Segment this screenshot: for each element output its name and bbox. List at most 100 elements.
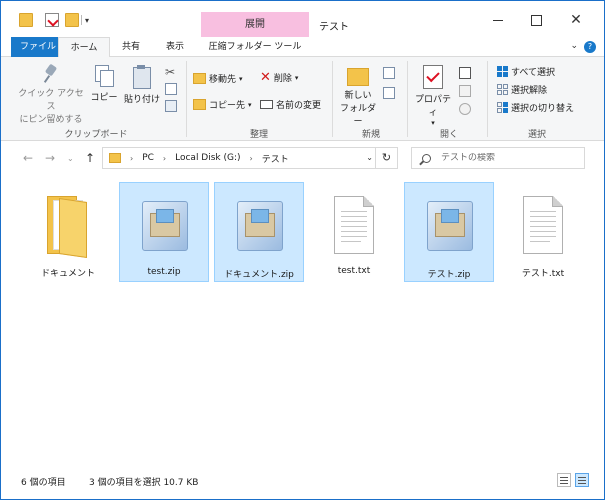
zip-archive-icon [231, 197, 289, 255]
folder-icon [47, 196, 89, 258]
delete-button[interactable]: ✕ 削除 ▾ [260, 70, 298, 85]
folder-icon [19, 13, 33, 27]
details-view-icon[interactable] [557, 473, 571, 487]
delete-icon: ✕ [260, 70, 271, 85]
address-history-chevron-icon[interactable]: ⌄ [366, 153, 373, 162]
back-arrow-icon[interactable]: ← [23, 151, 33, 165]
search-icon [422, 153, 431, 163]
tab-share[interactable]: 共有 [113, 37, 149, 57]
text-document-icon [334, 196, 374, 254]
breadcrumb-chevron-icon[interactable]: › [130, 154, 133, 163]
file-name: テスト.zip [427, 270, 471, 280]
rename-button[interactable]: 名前の変更 [260, 98, 321, 111]
select-all-button[interactable]: すべて選択 [497, 65, 555, 78]
move-to-label: 移動先 [209, 75, 237, 85]
minimize-button[interactable] [487, 13, 509, 27]
paste-button[interactable]: 貼り付け [121, 65, 163, 105]
select-none-icon [497, 84, 508, 95]
customize-quick-access-chevron-icon[interactable]: ▾ [85, 16, 89, 25]
status-bar: 6 個の項目 3 個の項目を選択 10.7 KB [1, 464, 604, 499]
edit-button-icon [459, 85, 471, 97]
breadcrumb-chevron-icon[interactable]: › [250, 154, 253, 163]
text-document-icon [523, 196, 563, 254]
breadcrumb-chevron-icon[interactable]: › [163, 154, 166, 163]
selection-info: 3 個の項目を選択 10.7 KB [89, 478, 199, 488]
pin-to-quick-access-button[interactable]: クイック アクセス にピン留めする [15, 65, 87, 125]
title-bar: ▾ 展開 テスト ✕ [1, 1, 604, 37]
paste-icon [132, 65, 152, 89]
easy-access-button-icon[interactable] [383, 87, 395, 99]
select-all-label: すべて選択 [511, 68, 556, 78]
open-button-icon[interactable] [459, 67, 471, 79]
large-icons-view-icon[interactable] [575, 473, 589, 487]
ribbon: クイック アクセス にピン留めする コピー 貼り付け ✂ クリップボード 移動先… [1, 57, 604, 141]
collapse-ribbon-chevron-icon[interactable]: ⌄ [570, 41, 578, 51]
properties-quick-access-button[interactable] [45, 13, 59, 27]
breadcrumb-pc[interactable]: PC [142, 153, 154, 163]
properties-chevron-down-icon: ▾ [431, 119, 435, 127]
file-item-zip[interactable]: test.zip [119, 182, 209, 282]
select-none-label: 選択解除 [511, 86, 548, 96]
new-folder-quick-access-button[interactable] [65, 13, 79, 27]
copy-label: コピー [90, 93, 118, 103]
select-all-icon [497, 66, 508, 77]
tab-view[interactable]: 表示 [156, 37, 194, 57]
context-tab-extract[interactable]: 展開 [201, 12, 309, 37]
window-title: テスト [319, 22, 349, 33]
tab-home[interactable]: ホーム [58, 37, 110, 58]
up-arrow-icon[interactable]: ↑ [85, 151, 95, 165]
copy-path-button-icon[interactable] [165, 83, 177, 95]
cut-button-scissors-icon[interactable]: ✂ [165, 65, 175, 79]
select-none-button[interactable]: 選択解除 [497, 83, 547, 96]
breadcrumb-current-folder[interactable]: テスト [262, 152, 289, 165]
address-bar[interactable]: › PC › Local Disk (G:) › テスト ⌄ ↻ [102, 147, 398, 169]
file-name: test.zip [147, 267, 181, 277]
copy-to-button[interactable]: コピー先 ▾ [193, 98, 252, 111]
maximize-button[interactable] [525, 13, 547, 27]
help-icon[interactable]: ? [584, 41, 596, 53]
new-folder-button[interactable]: 新しい フォルダー [337, 65, 379, 127]
tab-file[interactable]: ファイル [11, 37, 65, 57]
file-item-text[interactable]: テスト.txt [498, 182, 588, 282]
copy-to-chevron-down-icon: ▾ [248, 100, 252, 109]
new-folder-icon [347, 65, 369, 86]
open-group-label: 開く [439, 130, 458, 140]
file-item-zip[interactable]: ドキュメント.zip [214, 182, 304, 282]
pin-icon [42, 65, 60, 83]
pin-label-line2: にピン留めする [19, 115, 83, 125]
folder-icon [109, 153, 121, 163]
history-button-icon [459, 103, 471, 115]
search-input[interactable] [441, 153, 581, 163]
new-folder-label-line2: フォルダー [339, 104, 376, 127]
file-item-folder[interactable]: ドキュメント [23, 182, 113, 282]
refresh-icon[interactable]: ↻ [375, 148, 397, 168]
delete-chevron-down-icon: ▾ [294, 73, 299, 82]
new-item-button-icon[interactable] [383, 67, 395, 79]
item-count: 6 個の項目 [21, 478, 66, 488]
file-item-text[interactable]: test.txt [309, 182, 399, 282]
group-separator [487, 61, 488, 137]
move-to-button[interactable]: 移動先 ▾ [193, 72, 243, 85]
file-name: test.txt [337, 266, 371, 276]
file-name: ドキュメント.zip [224, 270, 294, 280]
search-box[interactable] [411, 147, 585, 169]
properties-button[interactable]: プロパティ ▾ [411, 65, 455, 128]
close-button[interactable]: ✕ [565, 12, 587, 28]
copy-button[interactable]: コピー [87, 65, 121, 103]
invert-selection-button[interactable]: 選択の切り替え [497, 101, 574, 114]
copy-icon [95, 65, 114, 87]
ribbon-tab-bar: ファイル ホーム 共有 表示 圧縮フォルダー ツール ⌄ ? [1, 37, 604, 58]
group-separator [407, 61, 408, 137]
file-item-zip[interactable]: テスト.zip [404, 182, 494, 282]
copy-to-label: コピー先 [209, 101, 246, 111]
tab-compressed-folder-tools[interactable]: 圧縮フォルダー ツール [201, 37, 309, 57]
recent-locations-chevron-icon[interactable]: ⌄ [67, 154, 74, 163]
new-group-label: 新規 [361, 130, 380, 140]
group-separator [332, 61, 333, 137]
file-name: テスト.txt [521, 269, 565, 279]
forward-arrow-icon[interactable]: → [45, 151, 55, 165]
breadcrumb-local-disk[interactable]: Local Disk (G:) [175, 153, 240, 163]
file-name: ドキュメント [40, 269, 95, 279]
paste-shortcut-button-icon[interactable] [165, 100, 177, 112]
file-list: ドキュメント test.zip ドキュメント.zip test.txt テスト.… [1, 174, 604, 464]
